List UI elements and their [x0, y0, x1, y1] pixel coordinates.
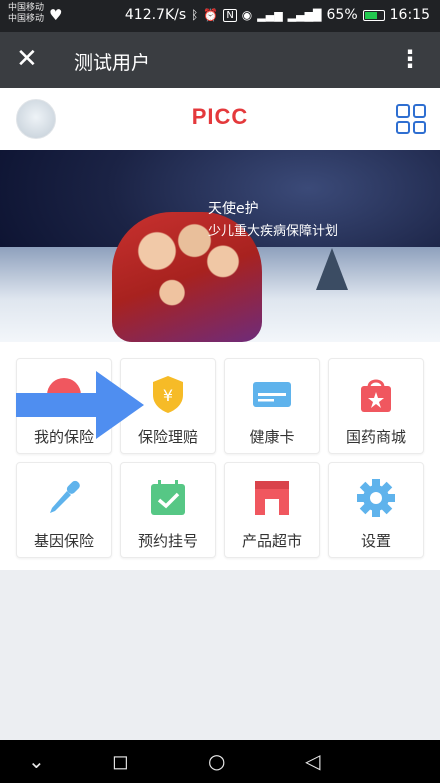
- menu-label: 基因保险: [33, 532, 94, 550]
- shield-yen-icon: ¥: [147, 373, 189, 415]
- menu-item-pharmacy-mall[interactable]: 国药商城: [328, 358, 424, 454]
- chevron-down-icon[interactable]: ⌄: [28, 748, 45, 774]
- menu-label: 健康卡: [249, 428, 295, 446]
- status-right: 412.7K/s ᛒ ⏰ N ◉ ▂▄▆ ▂▄▆█ 65% 16:15: [125, 7, 430, 23]
- circle-icon[interactable]: ○: [208, 748, 225, 774]
- menu-label: 预约挂号: [137, 532, 198, 550]
- signal-icon: ▂▄▆: [257, 8, 283, 22]
- pointer-arrow-icon: [16, 371, 144, 439]
- battery-percent: 65%: [326, 7, 358, 23]
- menu-item-appointment[interactable]: 预约挂号: [120, 462, 216, 558]
- banner-tree: [316, 248, 348, 290]
- triangle-back-icon[interactable]: ◁: [305, 748, 320, 774]
- shopping-bag-icon: [355, 373, 397, 415]
- nfc-icon: N: [223, 8, 237, 22]
- grid-menu-icon[interactable]: [396, 104, 426, 134]
- signal-4g-icon: ▂▄▆█: [287, 8, 322, 22]
- menu-label: 设置: [360, 532, 391, 550]
- banner-subtitle: 少儿重大疾病保障计划: [208, 224, 339, 239]
- clock: 16:15: [389, 7, 430, 23]
- carrier-line-2: 中国移动: [8, 14, 45, 24]
- square-icon[interactable]: ◻: [112, 748, 129, 774]
- dropper-icon: [43, 477, 85, 519]
- menu-item-gene-insurance[interactable]: 基因保险: [16, 462, 112, 558]
- menu-item-product-market[interactable]: 产品超市: [224, 462, 320, 558]
- svg-text:¥: ¥: [163, 386, 173, 405]
- navigation-bar: ⌄ ◻ ○ ◁: [0, 740, 440, 783]
- carrier-label: 中国移动 中国移动: [8, 3, 44, 25]
- bluetooth-icon: ᛒ: [191, 8, 199, 22]
- menu-item-health-card[interactable]: 健康卡: [224, 358, 320, 454]
- banner-title: 天使e护: [208, 201, 259, 217]
- menu-label: 产品超市: [241, 532, 302, 550]
- gear-icon: [355, 477, 397, 519]
- promo-banner[interactable]: 天使e护 少儿重大疾病保障计划: [0, 150, 440, 342]
- close-icon[interactable]: ✕: [16, 44, 38, 74]
- more-vertical-icon[interactable]: ⋮: [398, 44, 422, 74]
- menu-item-settings[interactable]: 设置: [328, 462, 424, 558]
- eye-icon: ◉: [241, 8, 253, 22]
- picc-logo: PICC: [191, 104, 249, 129]
- network-speed: 412.7K/s: [124, 7, 187, 23]
- page-title: 测试用户: [74, 52, 151, 74]
- alarm-icon: ⏰: [203, 8, 219, 22]
- battery-fill: [364, 11, 377, 19]
- menu-label: 国药商城: [345, 428, 406, 446]
- heart-icon: ♥: [49, 6, 63, 24]
- app-header: PICC: [0, 88, 440, 150]
- calendar-check-icon: [147, 477, 189, 519]
- status-bar: 中国移动 中国移动 ♥ 412.7K/s ᛒ ⏰ N ◉ ▂▄▆ ▂▄▆█ 65…: [0, 0, 440, 32]
- title-bar: ✕ 测试用户 ⋮: [0, 32, 440, 88]
- store-icon: [251, 477, 293, 519]
- battery-icon: [362, 9, 385, 21]
- carrier-line-1: 中国移动: [8, 3, 45, 13]
- card-icon: [251, 373, 293, 415]
